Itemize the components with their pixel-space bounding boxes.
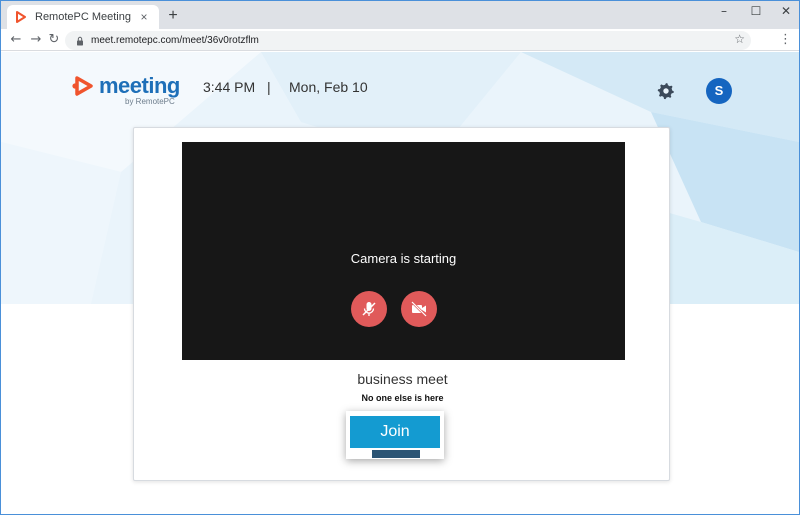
bookmark-star-icon[interactable]: ☆ <box>734 32 745 46</box>
maximize-button[interactable]: ☐ <box>741 1 771 21</box>
new-tab-button[interactable]: + <box>164 7 182 25</box>
browser-window: RemotePC Meeting × + – ☐ ✕ ← → ↻ meet.re… <box>0 0 800 515</box>
close-window-button[interactable]: ✕ <box>771 1 799 21</box>
meeting-page: meeting by RemotePC 3:44 PM | Mon, Feb 1… <box>1 52 799 514</box>
join-meeting-card: Camera is starting business meet No one … <box>133 127 670 481</box>
participants-status: No one else is here <box>361 393 444 403</box>
user-avatar[interactable]: S <box>706 78 732 104</box>
remotepc-favicon-icon <box>15 11 27 23</box>
reload-button[interactable]: ↻ <box>45 31 63 49</box>
logo-mark-icon <box>72 76 93 96</box>
join-button[interactable]: Join <box>350 416 440 448</box>
current-date: Mon, Feb 10 <box>289 79 368 95</box>
browser-tab[interactable]: RemotePC Meeting × <box>7 5 159 29</box>
tab-strip: RemotePC Meeting × + – ☐ ✕ <box>1 1 799 29</box>
mute-microphone-button[interactable] <box>351 291 387 327</box>
camera-status-text: Camera is starting <box>350 251 457 266</box>
toggle-camera-button[interactable] <box>401 291 437 327</box>
camera-preview: Camera is starting <box>182 142 625 360</box>
camera-off-icon <box>411 301 427 317</box>
minimize-button[interactable]: – <box>709 1 739 21</box>
tab-title: RemotePC Meeting <box>35 11 131 23</box>
join-button-base <box>372 450 420 458</box>
back-button[interactable]: ← <box>7 31 25 49</box>
address-bar[interactable]: meet.remotepc.com/meet/36v0rotzflm ☆ <box>65 31 751 50</box>
microphone-off-icon <box>362 302 376 316</box>
lock-icon <box>77 36 83 45</box>
meeting-logo[interactable]: meeting by RemotePC <box>71 73 180 106</box>
browser-menu-icon[interactable]: ⋮ <box>779 32 792 47</box>
logo-byline: by RemotePC <box>125 97 175 106</box>
settings-gear-icon[interactable] <box>657 82 675 100</box>
time-date-separator: | <box>267 79 271 95</box>
current-time: 3:44 PM <box>203 79 256 95</box>
browser-toolbar: ← → ↻ meet.remotepc.com/meet/36v0rotzflm… <box>1 29 799 51</box>
logo-wordmark: meeting <box>99 73 180 98</box>
meeting-name: business meet <box>357 371 448 387</box>
tab-close-icon[interactable]: × <box>137 10 151 24</box>
forward-button[interactable]: → <box>27 31 45 49</box>
url-text: meet.remotepc.com/meet/36v0rotzflm <box>91 35 259 46</box>
